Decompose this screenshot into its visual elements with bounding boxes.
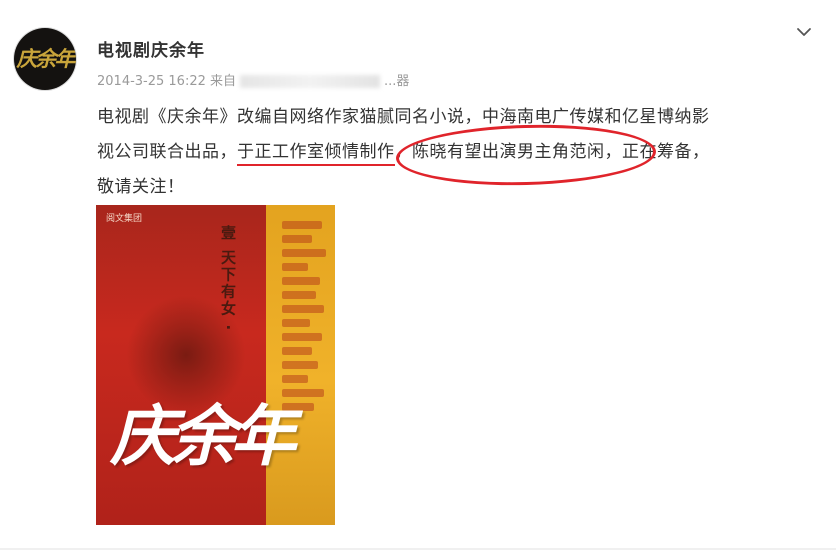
circled-text: 陈晓有望出演男主角范闲 bbox=[412, 142, 605, 162]
content-line-2-sep: ， bbox=[394, 142, 412, 162]
content-line-2: 视公司联合出品，于正工作室倾情制作， 陈晓有望出演男主角范闲，正在筹备， bbox=[97, 121, 812, 189]
weibo-post-card: 庆余年 电视剧庆余年 2014-3-25 16:22 来自 ...器 电视剧《庆余… bbox=[0, 0, 836, 550]
blurred-source bbox=[240, 75, 381, 88]
avatar-logo-text: 庆余年 bbox=[16, 46, 76, 71]
source-prefix: 来自 bbox=[210, 74, 237, 89]
content-line-2-end: ，正在筹备， bbox=[604, 142, 710, 162]
cover-vertical-text: 壹 天下有女 · bbox=[219, 225, 237, 333]
post-meta: 2014-3-25 16:22 来自 ...器 bbox=[97, 70, 409, 89]
author-name[interactable]: 电视剧庆余年 bbox=[97, 36, 205, 61]
content-line-2-start: 视公司联合出品， bbox=[97, 142, 237, 162]
circled-actor-text: 陈晓有望出演男主角范闲 bbox=[395, 121, 657, 189]
post-timestamp[interactable]: 2014-3-25 16:22 bbox=[97, 74, 206, 89]
post-content: 电视剧《庆余年》改编自网络作家猫腻同名小说，中海南电广传媒和亿星博纳影 视公司联… bbox=[97, 100, 812, 205]
cover-publisher-label: 阅文集团 bbox=[106, 214, 143, 224]
cover-title: 庆余年 bbox=[110, 397, 296, 475]
content-line-3: 敬请关注！ bbox=[97, 177, 185, 197]
underlined-studio-text: 于正工作室倾情制作 bbox=[237, 142, 395, 166]
content-line-1: 电视剧《庆余年》改编自网络作家猫腻同名小说，中海南电广传媒和亿星博纳影 bbox=[97, 107, 710, 127]
chevron-down-icon[interactable] bbox=[796, 24, 812, 40]
source-suffix: ...器 bbox=[384, 74, 410, 89]
avatar[interactable]: 庆余年 bbox=[14, 28, 76, 90]
post-image-book-cover[interactable]: 阅文集团 壹 天下有女 · 庆余年 bbox=[96, 205, 335, 525]
